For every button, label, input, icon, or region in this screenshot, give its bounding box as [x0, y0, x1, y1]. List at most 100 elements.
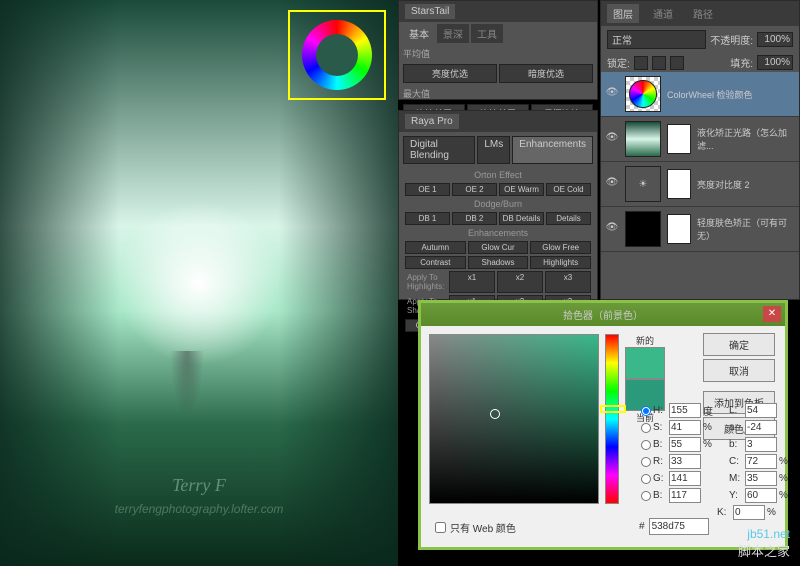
watermark-2: terryfengphotography.lofter.com	[115, 502, 284, 516]
a-input[interactable]	[745, 420, 777, 435]
hi-x2[interactable]: x2	[497, 271, 543, 293]
layer-skintone[interactable]: 👁 轻度肤色矫正（可有可无）	[601, 207, 799, 252]
r-input[interactable]	[669, 454, 701, 469]
color-field[interactable]	[429, 334, 599, 504]
layer-liquify[interactable]: 👁 液化矫正光路（怎么加滤...	[601, 117, 799, 162]
r-radio[interactable]	[641, 457, 651, 467]
hi-x1[interactable]: x1	[449, 271, 495, 293]
lock-pixels-icon[interactable]	[634, 56, 648, 70]
fill-input[interactable]: 100%	[757, 55, 793, 70]
b-radio[interactable]	[641, 440, 651, 450]
oewarm-button[interactable]: OE Warm	[499, 183, 544, 196]
dbdetails-button[interactable]: DB Details	[499, 212, 544, 225]
layer-name: 液化矫正光路（怎么加滤...	[697, 126, 795, 152]
opacity-label: 不透明度:	[710, 32, 753, 47]
h-input[interactable]	[669, 403, 701, 418]
cancel-button[interactable]: 取消	[703, 359, 775, 382]
c-input[interactable]	[745, 454, 777, 469]
visibility-icon[interactable]: 👁	[605, 222, 619, 236]
adj-icon[interactable]: ☀	[625, 166, 661, 202]
raya-tab[interactable]: Raya Pro	[405, 114, 459, 129]
layer-brightness[interactable]: 👁 ☀ 亮度对比度 2	[601, 162, 799, 207]
visibility-icon[interactable]: 👁	[605, 177, 619, 191]
k-input[interactable]	[733, 505, 765, 520]
starstail-panel: StarsTail 基本 景深 工具 平均值 亮度优选 暗度优选 最大值 连接首…	[398, 0, 598, 100]
g-radio[interactable]	[641, 474, 651, 484]
raya-sec-orton: Orton Effect	[399, 168, 597, 182]
web-only-checkbox[interactable]	[435, 522, 446, 533]
site-watermark: jb51.net 脚本之家	[738, 527, 790, 560]
glowfree-button[interactable]: Glow Free	[530, 241, 591, 254]
highlights-button[interactable]: Highlights	[530, 256, 591, 269]
starstail-header: StarsTail	[399, 1, 597, 22]
bb-input[interactable]	[669, 488, 701, 503]
layers-tab-0[interactable]: 图层	[607, 4, 639, 23]
s-radio[interactable]	[641, 423, 651, 433]
st-btn-dark[interactable]: 暗度优选	[499, 64, 593, 83]
glowcur-button[interactable]: Glow Cur	[468, 241, 529, 254]
l-input[interactable]	[745, 403, 777, 418]
layer-thumb[interactable]	[625, 121, 661, 157]
layer-mask[interactable]	[667, 124, 691, 154]
raya-tab-0[interactable]: Digital Blending	[403, 136, 475, 164]
raya-tab-1[interactable]: LMs	[477, 136, 510, 164]
raya-tab-2[interactable]: Enhancements	[512, 136, 593, 164]
colorwheel-icon	[302, 20, 372, 90]
layers-tab-2[interactable]: 路径	[687, 4, 719, 23]
color-cursor[interactable]	[490, 409, 500, 419]
lock-position-icon[interactable]	[652, 56, 666, 70]
s-input[interactable]	[669, 420, 701, 435]
db2-button[interactable]: DB 2	[452, 212, 497, 225]
picker-title: 拾色器（前景色） ✕	[421, 303, 785, 326]
st-avg-label: 平均值	[399, 45, 597, 62]
m-input[interactable]	[745, 471, 777, 486]
bb-radio[interactable]	[641, 491, 651, 501]
hi-x3[interactable]: x3	[545, 271, 591, 293]
layer-mask[interactable]	[667, 169, 691, 199]
layers-header: 图层 通道 路径	[601, 1, 799, 26]
st-max-label: 最大值	[399, 85, 597, 102]
layer-thumb[interactable]	[625, 211, 661, 247]
figure-silhouette	[167, 351, 207, 431]
visibility-icon[interactable]: 👁	[605, 87, 619, 101]
details-button[interactable]: Details	[546, 212, 591, 225]
st-tab-0[interactable]: 基本	[403, 24, 435, 43]
contrast-button[interactable]: Contrast	[405, 256, 466, 269]
db1-button[interactable]: DB 1	[405, 212, 450, 225]
g-input[interactable]	[669, 471, 701, 486]
ok-button[interactable]: 确定	[703, 333, 775, 356]
layer-mask[interactable]	[667, 214, 691, 244]
layer-thumb[interactable]	[625, 76, 661, 112]
h-radio[interactable]	[641, 406, 651, 416]
layer-colorwheel[interactable]: 👁 ColorWheel 检验颜色	[601, 72, 799, 117]
b-input[interactable]	[669, 437, 701, 452]
layers-tab-1[interactable]: 通道	[647, 4, 679, 23]
oe2-button[interactable]: OE 2	[452, 183, 497, 196]
raya-sec-db: Dodge/Burn	[399, 197, 597, 211]
h-label: H:	[653, 405, 667, 416]
layer-name: 亮度对比度 2	[697, 178, 795, 191]
color-picker-dialog: 拾色器（前景色） ✕ 新的 当前 确定 取消 添加到色板 颜色库 H:度L:	[418, 300, 788, 550]
st-tab-1[interactable]: 景深	[437, 24, 469, 43]
st-btn-bright[interactable]: 亮度优选	[403, 64, 497, 83]
oe1-button[interactable]: OE 1	[405, 183, 450, 196]
oecold-button[interactable]: OE Cold	[546, 183, 591, 196]
web-only-label: 只有 Web 颜色	[450, 520, 516, 535]
blend-mode-select[interactable]: 正常	[607, 30, 706, 49]
lab-b-input[interactable]	[745, 437, 777, 452]
new-label: 新的	[625, 334, 665, 347]
shadows-button[interactable]: Shadows	[468, 256, 529, 269]
lock-all-icon[interactable]	[670, 56, 684, 70]
hue-thumb[interactable]	[600, 405, 626, 413]
lock-label: 锁定:	[607, 55, 630, 70]
opacity-input[interactable]: 100%	[757, 32, 793, 47]
autumn-button[interactable]: Autumn	[405, 241, 466, 254]
hue-slider[interactable]	[605, 334, 619, 504]
close-button[interactable]: ✕	[763, 306, 781, 322]
hex-input[interactable]	[649, 518, 709, 535]
starstail-tab[interactable]: StarsTail	[405, 4, 455, 19]
raya-sec-enh: Enhancements	[399, 226, 597, 240]
visibility-icon[interactable]: 👁	[605, 132, 619, 146]
y-input[interactable]	[745, 488, 777, 503]
st-tab-2[interactable]: 工具	[471, 24, 503, 43]
